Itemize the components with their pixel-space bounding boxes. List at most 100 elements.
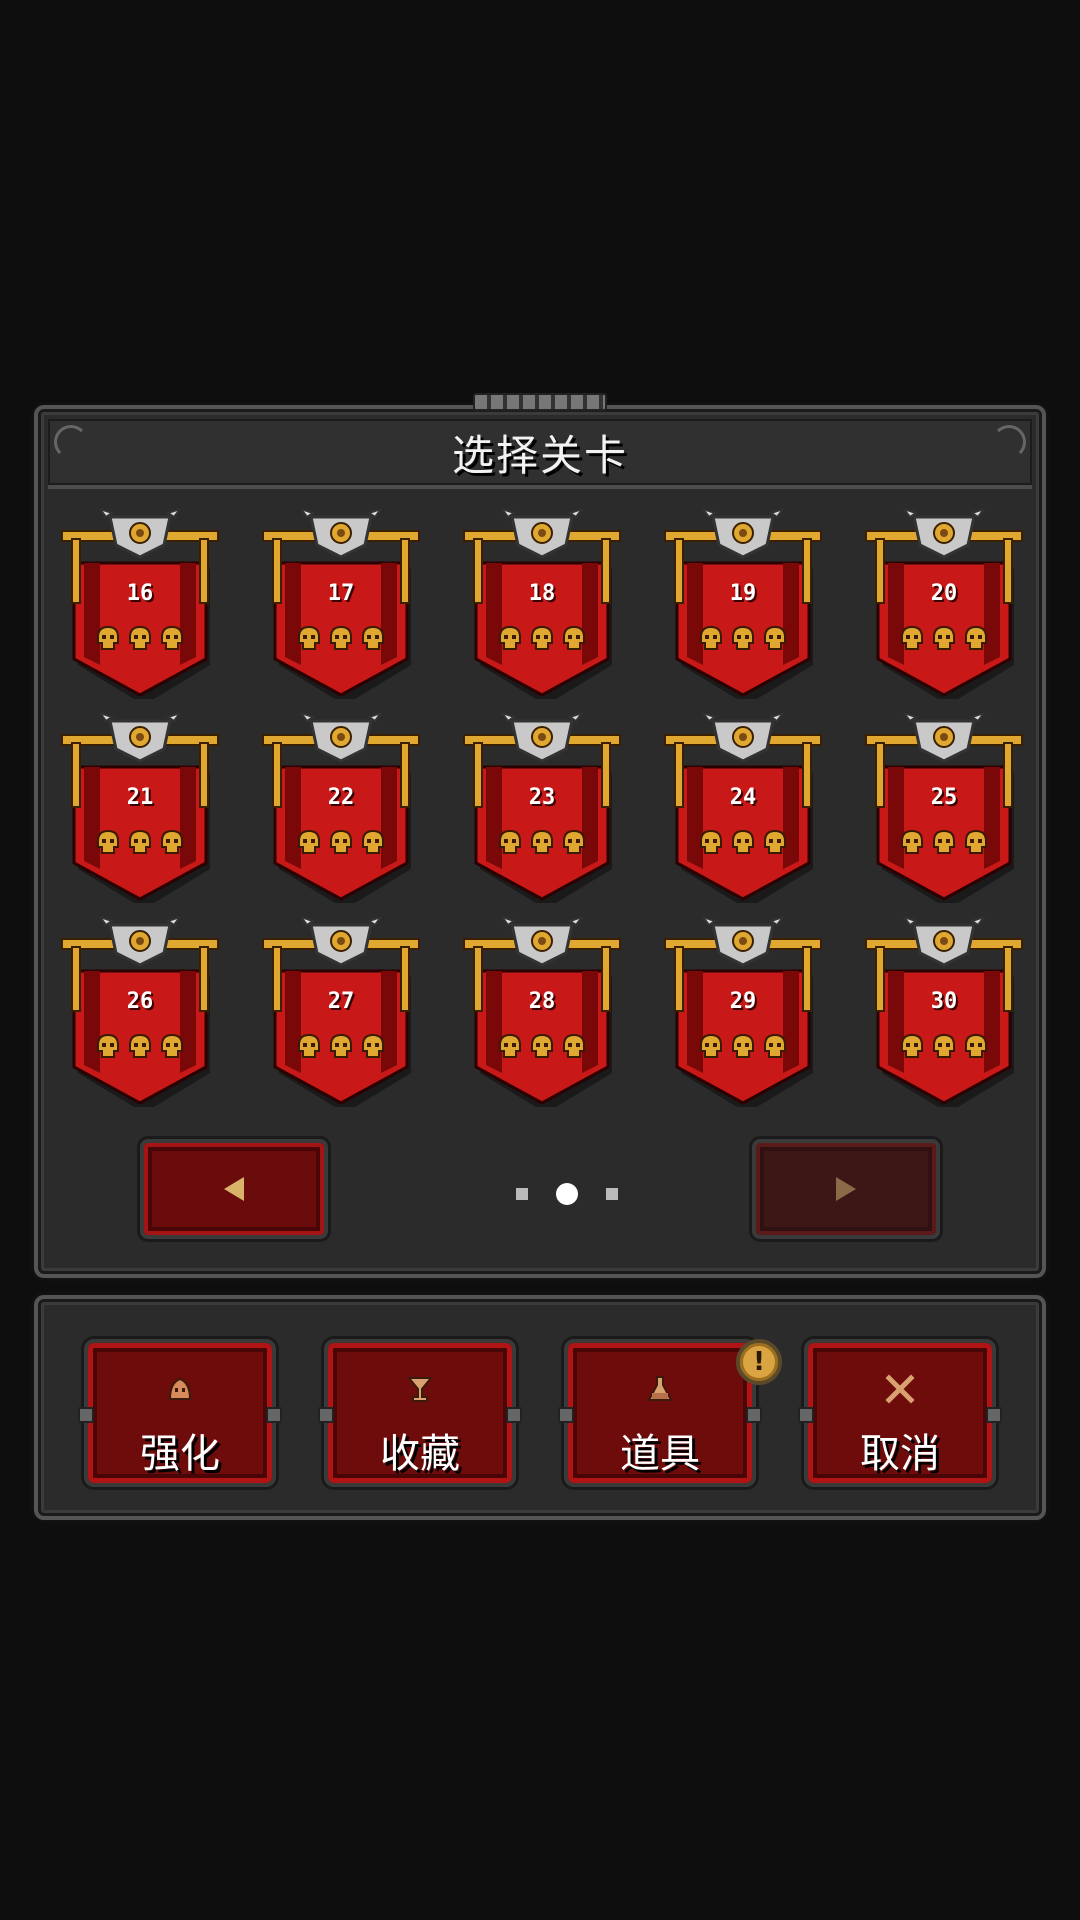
upgrade-button[interactable]: 强化 [78, 1339, 282, 1487]
dialog-title: 选择关卡 [451, 430, 628, 480]
level-number: 30 [930, 989, 958, 1014]
skull-icon [97, 1033, 119, 1058]
level-banner[interactable]: 18 [462, 509, 622, 699]
skull-icon [700, 1033, 722, 1058]
skull-icon [531, 625, 553, 650]
level-banner[interactable]: 22 [261, 713, 421, 903]
skull-icon [362, 829, 384, 854]
level-banner[interactable]: 25 [864, 713, 1024, 903]
level-grid: 16 17 18 19 20 21 22 23 24 25 26 27 28 29 30 [60, 509, 1030, 1107]
level-banner[interactable]: 27 [261, 917, 421, 1107]
page-dot-2-active[interactable] [556, 1183, 578, 1205]
level-banner[interactable]: 20 [864, 509, 1024, 699]
skull-rating [261, 1033, 421, 1059]
skull-icon [362, 625, 384, 650]
skull-icon [965, 1033, 987, 1058]
level-banner[interactable]: 28 [462, 917, 622, 1107]
skull-icon [901, 625, 923, 650]
skull-icon [700, 829, 722, 854]
collection-button[interactable]: 收藏 [318, 1339, 522, 1487]
level-number: 16 [126, 581, 154, 606]
skull-rating [462, 625, 622, 651]
skull-icon [531, 1033, 553, 1058]
skull-icon [129, 1033, 151, 1058]
skull-rating [864, 829, 1024, 855]
skull-icon [901, 1033, 923, 1058]
skull-rating [462, 1033, 622, 1059]
slime-icon [168, 1377, 192, 1400]
level-number: 23 [528, 785, 556, 810]
level-banner[interactable]: 29 [663, 917, 823, 1107]
level-number: 24 [729, 785, 757, 810]
level-banner[interactable]: 16 [60, 509, 220, 699]
skull-icon [499, 1033, 521, 1058]
dialog-title-bar: 选择关卡 [48, 419, 1032, 489]
corner-curl-left-icon [54, 425, 88, 459]
skull-icon [129, 829, 151, 854]
level-number: 27 [327, 989, 355, 1014]
level-banner[interactable]: 24 [663, 713, 823, 903]
skull-rating [864, 1033, 1024, 1059]
skull-icon [563, 829, 585, 854]
skull-icon [499, 625, 521, 650]
level-banner[interactable]: 21 [60, 713, 220, 903]
skull-rating [462, 829, 622, 855]
level-banner[interactable]: 19 [663, 509, 823, 699]
level-number: 25 [930, 785, 958, 810]
skull-icon [161, 829, 183, 854]
upgrade-label: 强化 [140, 1431, 220, 1477]
skull-icon [298, 1033, 320, 1058]
items-alert-badge: ! [736, 1339, 782, 1385]
level-banner[interactable]: 26 [60, 917, 220, 1107]
skull-rating [60, 829, 220, 855]
corner-curl-right-icon [992, 425, 1026, 459]
skull-icon [97, 625, 119, 650]
chalice-icon [406, 1377, 434, 1402]
arrow-right-icon [836, 1177, 856, 1201]
skull-icon [933, 625, 955, 650]
skull-icon [330, 1033, 352, 1058]
level-number: 21 [126, 785, 154, 810]
cancel-label: 取消 [860, 1431, 940, 1477]
skull-icon [97, 829, 119, 854]
skull-icon [362, 1033, 384, 1058]
skull-rating [60, 625, 220, 651]
arrow-left-icon [224, 1177, 244, 1201]
level-banner[interactable]: 23 [462, 713, 622, 903]
skull-rating [663, 1033, 823, 1059]
skull-icon [732, 1033, 754, 1058]
potion-flask-icon [647, 1376, 673, 1401]
game-screen: 选择关卡 16 17 18 19 20 21 22 23 24 25 26 27 28 29 30 强化 [0, 0, 1080, 1920]
previous-page-button[interactable] [140, 1139, 328, 1239]
skull-icon [901, 829, 923, 854]
cancel-button[interactable]: 取消 [798, 1339, 1002, 1487]
level-banner[interactable]: 17 [261, 509, 421, 699]
skull-icon [161, 625, 183, 650]
skull-icon [933, 1033, 955, 1058]
next-page-button[interactable] [752, 1139, 940, 1239]
skull-icon [563, 625, 585, 650]
skull-icon [732, 625, 754, 650]
level-banner[interactable]: 30 [864, 917, 1024, 1107]
skull-icon [933, 829, 955, 854]
skull-rating [60, 1033, 220, 1059]
level-number: 29 [729, 989, 757, 1014]
items-button[interactable]: 道具 [558, 1339, 762, 1487]
skull-icon [298, 829, 320, 854]
cross-swords-icon [885, 1374, 915, 1404]
level-number: 18 [528, 581, 556, 606]
items-label: 道具 [620, 1431, 700, 1477]
skull-icon [764, 625, 786, 650]
level-number: 19 [729, 581, 757, 606]
skull-icon [298, 625, 320, 650]
skull-icon [732, 829, 754, 854]
page-dot-3[interactable] [606, 1188, 618, 1200]
skull-icon [563, 1033, 585, 1058]
action-toolbar: 强化 收藏 道具 取消 ! [34, 1295, 1046, 1520]
level-number: 20 [930, 581, 958, 606]
skull-icon [965, 625, 987, 650]
page-dot-1[interactable] [516, 1188, 528, 1200]
collection-label: 收藏 [380, 1431, 460, 1477]
skull-rating [261, 829, 421, 855]
skull-rating [864, 625, 1024, 651]
